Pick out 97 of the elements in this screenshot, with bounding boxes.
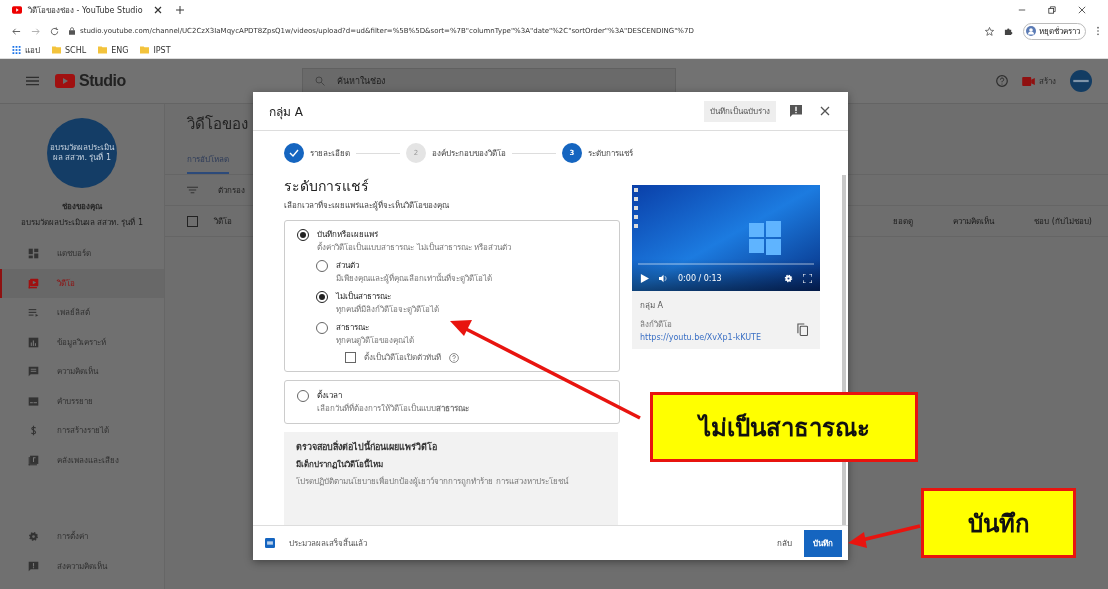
checklist-title: ตรวจสอบสิ่งต่อไปนี้ก่อนเผยแพร่วิดีโอ — [296, 440, 438, 454]
create-button[interactable]: สร้าง — [1022, 74, 1056, 88]
menu-icon[interactable] — [26, 76, 39, 86]
back-icon[interactable] — [12, 26, 21, 36]
save-button[interactable]: บันทึก — [804, 529, 842, 557]
save-draft-button[interactable]: บันทึกเป็นฉบับร่าง — [704, 100, 776, 122]
more-icon[interactable] — [1096, 26, 1100, 36]
music-icon — [28, 454, 39, 466]
play-icon[interactable] — [640, 273, 649, 283]
new-tab-icon[interactable] — [176, 6, 184, 14]
option-label: ตั้งเวลา — [317, 390, 343, 401]
video-icon — [28, 277, 39, 289]
link-label: ลิงก์วิดีโอ — [640, 319, 673, 331]
feedback-icon[interactable] — [790, 105, 802, 117]
option-label: สาธารณะ — [336, 322, 370, 333]
settings-icon — [28, 531, 39, 543]
checkbox[interactable] — [345, 352, 356, 363]
play-logo-icon — [55, 74, 75, 88]
folder-icon — [52, 46, 61, 54]
callout-label: ไม่เป็นสาธารณะ — [650, 392, 918, 462]
option-label: บันทึกหรือเผยแพร่ — [317, 229, 379, 240]
puzzle-icon[interactable] — [1004, 26, 1013, 36]
checkbox-label: ตั้งเป็นวิดีโอเปิดตัวทันที — [364, 351, 441, 364]
section-heading: ระดับการแชร์ — [284, 177, 370, 196]
checklist-text: โปรดปฏิบัติตามนโยบายเพื่อปกป้องผู้เยาว์จากการถูกทำร้าย การแสวงหาประโยชน์ — [296, 475, 570, 488]
option-description: มีเพียงคุณและผู้ที่คุณเลือกเท่านั้นที่จะดูวิดีโอได้ — [336, 272, 492, 285]
dashboard-icon — [28, 248, 39, 260]
sidebar-item[interactable]: ส่งความคิดเห็น — [0, 551, 164, 581]
close-icon[interactable] — [1078, 6, 1086, 14]
search-field[interactable]: ค้นหาในช่อง — [301, 68, 676, 94]
sidebar-item[interactable]: คลังเพลงและเสียง — [0, 445, 164, 475]
avatar-icon — [1026, 26, 1036, 36]
channel-name: อบรมวัดผลประเมินผล สสวท. รุ่นที่ 1 — [20, 216, 144, 229]
chart-icon — [28, 336, 39, 348]
sidebar-item[interactable]: ข้อมูลวิเคราะห์ — [0, 327, 164, 357]
bookmark[interactable]: SCHL — [52, 45, 87, 55]
feedback-icon — [28, 560, 39, 572]
checklist-question: มีเด็กปรากฏในวิดีโอนี้ไหม — [296, 458, 384, 471]
processing-status: ประมวลผลเสร็จสิ้นแล้ว — [289, 537, 367, 550]
hd-icon — [265, 538, 275, 548]
close-icon[interactable] — [154, 6, 162, 14]
column-header: วิดีโอ — [214, 215, 232, 228]
bookmark[interactable]: ENG — [98, 45, 129, 55]
camera-icon — [1022, 76, 1035, 86]
option-description: ตั้งค่าวิดีโอเป็นแบบสาธารณะ ไม่เป็นสาธารณะ หรือส่วนตัว — [317, 241, 512, 254]
callout-label: บันทึก — [921, 488, 1076, 558]
restore-icon[interactable] — [1048, 6, 1056, 14]
dollar-icon — [28, 425, 39, 437]
help-icon[interactable] — [449, 352, 459, 363]
option-description: เลือกวันที่ที่ต้องการให้วิดีโอเป็นแบบสาธารณะ — [317, 402, 469, 415]
close-icon[interactable] — [820, 106, 830, 116]
video-link[interactable]: https://youtu.be/XvXp1-kKUTE — [640, 333, 762, 342]
sidebar-item[interactable]: การตั้งค่า — [0, 522, 164, 552]
apps-grid-icon — [12, 46, 21, 54]
column-header: ยอดดู — [893, 215, 914, 228]
sidebar-item[interactable]: ความคิดเห็น — [0, 357, 164, 387]
search-icon — [314, 76, 325, 86]
channel-title: ช่องของคุณ — [62, 201, 102, 213]
sidebar-item[interactable]: แดชบอร์ด — [0, 239, 164, 269]
video-time: 0:00 / 0:13 — [678, 273, 722, 283]
page-title: วิดีโอของ — [187, 114, 248, 135]
column-header: ความคิดเห็น — [953, 215, 995, 228]
option-description: ทุกคนที่มีลิงก์วิดีโอจะดูวิดีโอได้ — [336, 303, 439, 316]
playlist-icon — [28, 307, 39, 319]
reload-icon[interactable] — [50, 26, 59, 36]
sidebar-item[interactable]: การสร้างรายได้ — [0, 416, 164, 446]
folder-icon — [140, 46, 150, 54]
column-header: ชอบ (กับไม่ชอบ) — [1034, 215, 1092, 228]
channel-avatar[interactable]: อบรมวัดผลประเมินผล สสวท. รุ่นที่ 1 — [47, 118, 117, 188]
option-label: ไม่เป็นสาธารณะ — [336, 291, 392, 302]
section-description: เลือกเวลาที่จะเผยแพร่และผู้ที่จะเห็นวิดีโอของคุณ — [284, 199, 450, 212]
sidebar-item[interactable]: คำบรรยาย — [0, 386, 164, 416]
option-label: ส่วนตัว — [336, 260, 360, 271]
video-player[interactable]: 0:00 / 0:13 — [632, 185, 820, 291]
back-button[interactable]: กลับ — [777, 536, 792, 550]
sidebar-item[interactable]: เพลย์ลิสต์ — [0, 298, 164, 328]
dialog-title: กลุ่ม A — [269, 103, 304, 121]
filter-field[interactable]: ตัวกรอง — [218, 183, 245, 197]
folder-icon — [98, 46, 108, 54]
youtube-icon — [12, 6, 22, 14]
avatar-icon[interactable] — [1070, 70, 1092, 92]
copy-icon[interactable] — [797, 323, 808, 336]
studio-logo[interactable]: Studio — [55, 72, 126, 90]
comment-icon — [28, 366, 39, 378]
settings-icon[interactable] — [784, 273, 793, 283]
step[interactable]: รายละเอียด — [284, 143, 350, 163]
checkbox[interactable] — [187, 215, 198, 227]
option-description: ทุกคนดูวิดีโอของคุณได้ — [336, 335, 414, 347]
bookmark[interactable]: แอป — [12, 43, 40, 57]
fullscreen-icon[interactable] — [803, 273, 812, 283]
star-icon[interactable] — [985, 26, 994, 36]
volume-icon[interactable] — [659, 273, 668, 283]
help-icon[interactable] — [996, 75, 1008, 87]
lock-icon — [69, 27, 75, 35]
bookmark[interactable]: IPST — [140, 45, 171, 55]
subtitles-icon — [28, 395, 39, 407]
video-title: กลุ่ม A — [640, 300, 664, 312]
